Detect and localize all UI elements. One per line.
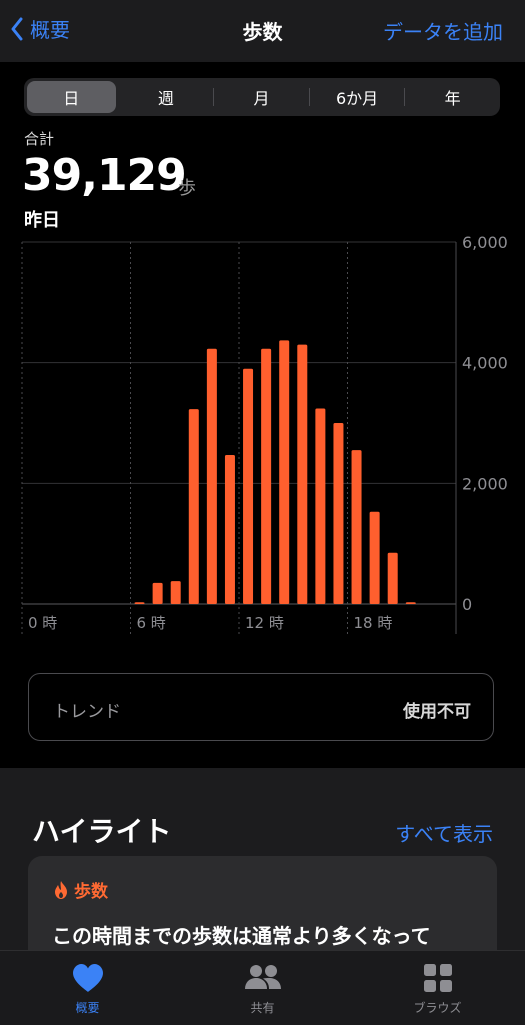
- grid-icon: [423, 964, 452, 992]
- bar-hour-12: [243, 368, 254, 604]
- segment-divider: [404, 88, 406, 106]
- total-steps-unit: 歩: [178, 178, 196, 199]
- highlights-title: ハイライト: [32, 815, 172, 848]
- tab-label: ブラウズ: [413, 1001, 462, 1015]
- segment-year[interactable]: 年: [408, 81, 497, 113]
- highlight-category-label: 歩数: [74, 882, 108, 902]
- y-tick-label: 2,000: [462, 474, 508, 493]
- highlight-text: この時間までの歩数は通常より多くなって: [52, 924, 431, 948]
- people-icon: [244, 965, 281, 989]
- tab-browse[interactable]: ブラウズ: [350, 951, 525, 1025]
- period-segmented-control: 日 週 月 6か月 年: [24, 78, 500, 116]
- steps-bar-chart[interactable]: 6,000 4,000 2,000 0 0 時 6 時 12 時 18 時: [0, 230, 525, 640]
- bar-hour-16: [315, 408, 326, 604]
- bar-hour-10: [206, 348, 217, 604]
- tab-label: 概要: [75, 1001, 100, 1015]
- y-tick-label: 6,000: [462, 233, 508, 252]
- total-label: 合計: [24, 130, 55, 148]
- x-tick-label: 0 時: [28, 614, 57, 632]
- x-tick-label: 12 時: [245, 614, 284, 632]
- bar-hour-7: [152, 582, 163, 604]
- bar-hour-21: [405, 602, 416, 604]
- segment-divider: [308, 88, 310, 106]
- trend-label: トレンド: [53, 702, 121, 722]
- segment-day[interactable]: 日: [27, 81, 116, 113]
- bar-hour-13: [261, 348, 272, 604]
- segment-divider: [213, 88, 215, 106]
- bar-hour-6: [134, 602, 145, 604]
- navigation-bar: 概要 歩数 データを追加: [0, 0, 525, 62]
- y-tick-label: 4,000: [462, 354, 508, 373]
- trend-row[interactable]: トレンド 使用不可: [28, 673, 494, 741]
- bar-hour-11: [224, 454, 235, 604]
- segment-6-months[interactable]: 6か月: [313, 81, 402, 113]
- tab-bar: 概要 共有 ブラウズ: [0, 950, 525, 1025]
- bar-hour-19: [369, 511, 380, 604]
- x-tick-label: 6 時: [137, 614, 166, 632]
- heart-icon: [72, 964, 103, 992]
- bar-hour-14: [279, 340, 290, 604]
- show-all-link[interactable]: すべて表示: [395, 818, 493, 847]
- trend-value: 使用不可: [403, 702, 471, 722]
- x-tick-label: 18 時: [354, 614, 393, 632]
- tab-label: 共有: [250, 1001, 275, 1015]
- highlight-category: 歩数: [52, 877, 108, 902]
- y-tick-label: 0: [462, 595, 472, 614]
- segment-week[interactable]: 週: [122, 81, 211, 113]
- tab-summary[interactable]: 概要: [0, 951, 175, 1025]
- bar-hour-8: [170, 581, 181, 604]
- total-steps-value: 39,129: [22, 150, 187, 201]
- segment-month[interactable]: 月: [217, 81, 306, 113]
- date-label: 昨日: [24, 210, 60, 231]
- bar-hour-15: [297, 344, 308, 604]
- bar-hour-17: [333, 423, 344, 604]
- tab-sharing[interactable]: 共有: [175, 951, 350, 1025]
- add-data-button[interactable]: データを追加: [383, 16, 503, 45]
- bar-hour-18: [351, 450, 362, 604]
- flame-icon: [55, 880, 67, 899]
- bar-hour-9: [188, 409, 199, 604]
- bar-hour-20: [387, 552, 398, 604]
